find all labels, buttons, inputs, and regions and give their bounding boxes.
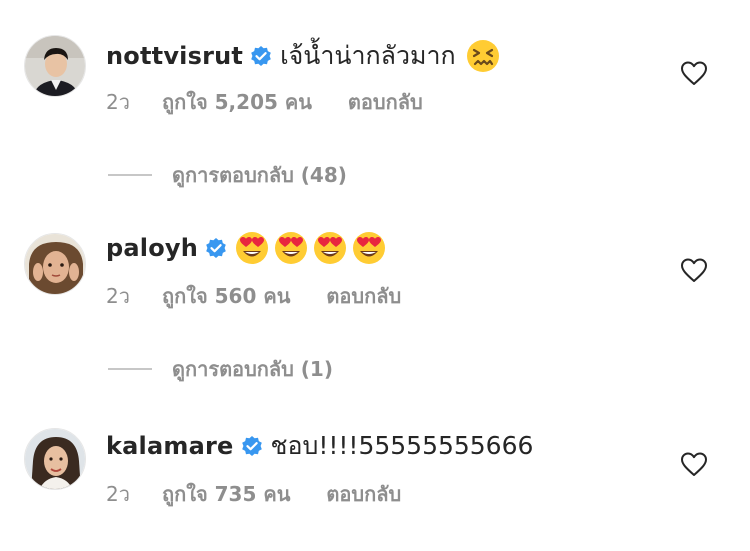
username[interactable]: paloyh	[106, 234, 198, 262]
avatar[interactable]	[24, 428, 86, 490]
confounded-face-icon	[466, 39, 500, 73]
verified-badge-icon	[250, 45, 272, 67]
comment-timestamp: 2ว	[106, 482, 130, 506]
comment-text: เจ้น้ำน่ากลัวมาก	[280, 41, 456, 70]
heart-eyes-face-icon	[235, 231, 269, 265]
like-heart-icon[interactable]	[680, 60, 708, 86]
reply-button[interactable]: ตอบกลับ	[326, 280, 401, 312]
comment-text: ชอบ!!!!55555555666	[270, 431, 534, 460]
replies-divider	[108, 174, 152, 176]
view-replies-label: ดูการตอบกลับ (48)	[172, 163, 347, 187]
heart-eyes-face-icon	[274, 231, 308, 265]
verified-badge-icon	[241, 435, 263, 457]
like-heart-icon[interactable]	[680, 451, 708, 477]
replies-divider	[108, 368, 152, 370]
view-replies-label: ดูการตอบกลับ (1)	[172, 357, 333, 381]
view-replies-button[interactable]: ดูการตอบกลับ (48)	[108, 160, 347, 190]
heart-eyes-face-icon	[352, 231, 386, 265]
view-replies-button[interactable]: ดูการตอบกลับ (1)	[108, 354, 333, 384]
comment-timestamp: 2ว	[106, 90, 130, 114]
likes-count-link[interactable]: ถูกใจ 735 คน	[162, 478, 290, 510]
like-heart-icon[interactable]	[680, 257, 708, 283]
likes-count-link[interactable]: ถูกใจ 5,205 คน	[162, 86, 312, 118]
username[interactable]: kalamare	[106, 432, 234, 460]
reply-button[interactable]: ตอบกลับ	[348, 86, 423, 118]
comment-timestamp: 2ว	[106, 284, 130, 308]
username[interactable]: nottvisrut	[106, 42, 243, 70]
avatar[interactable]	[24, 35, 86, 97]
likes-count-link[interactable]: ถูกใจ 560 คน	[162, 280, 290, 312]
reply-button[interactable]: ตอบกลับ	[326, 478, 401, 510]
heart-eyes-face-icon	[313, 231, 347, 265]
avatar[interactable]	[24, 233, 86, 295]
verified-badge-icon	[205, 237, 227, 259]
